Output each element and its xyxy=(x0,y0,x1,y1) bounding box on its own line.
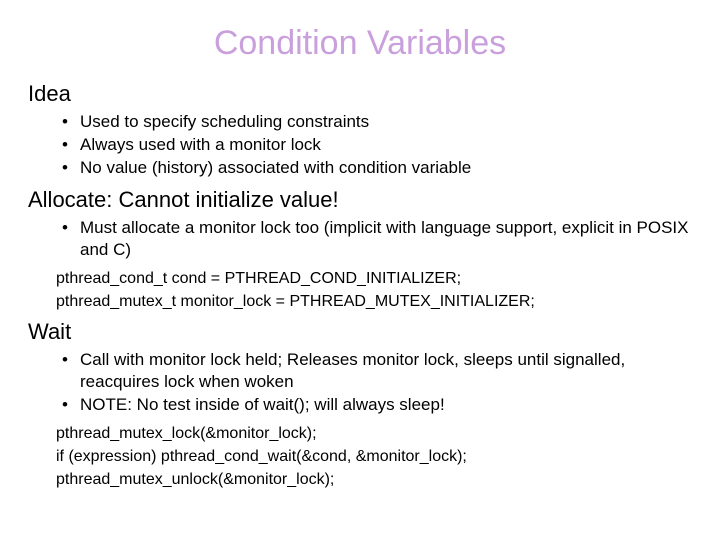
section-allocate-heading: Allocate: Cannot initialize value! xyxy=(28,187,692,213)
section-wait-heading: Wait xyxy=(28,319,692,345)
code-line: pthread_mutex_t monitor_lock = PTHREAD_M… xyxy=(56,292,692,313)
slide-title: Condition Variables xyxy=(28,24,692,63)
code-line: if (expression) pthread_cond_wait(&cond,… xyxy=(56,447,692,468)
list-item: No value (history) associated with condi… xyxy=(80,157,692,179)
list-item: Must allocate a monitor lock too (implic… xyxy=(80,217,692,261)
section-allocate-bullets: Must allocate a monitor lock too (implic… xyxy=(28,217,692,261)
list-item: Used to specify scheduling constraints xyxy=(80,111,692,133)
code-line: pthread_mutex_lock(&monitor_lock); xyxy=(56,424,692,445)
list-item: Call with monitor lock held; Releases mo… xyxy=(80,349,692,393)
section-idea-heading: Idea xyxy=(28,81,692,107)
code-line: pthread_cond_t cond = PTHREAD_COND_INITI… xyxy=(56,269,692,290)
code-line: pthread_mutex_unlock(&monitor_lock); xyxy=(56,470,692,491)
section-idea-bullets: Used to specify scheduling constraints A… xyxy=(28,111,692,179)
list-item: Always used with a monitor lock xyxy=(80,134,692,156)
section-wait-bullets: Call with monitor lock held; Releases mo… xyxy=(28,349,692,416)
list-item: NOTE: No test inside of wait(); will alw… xyxy=(80,394,692,416)
